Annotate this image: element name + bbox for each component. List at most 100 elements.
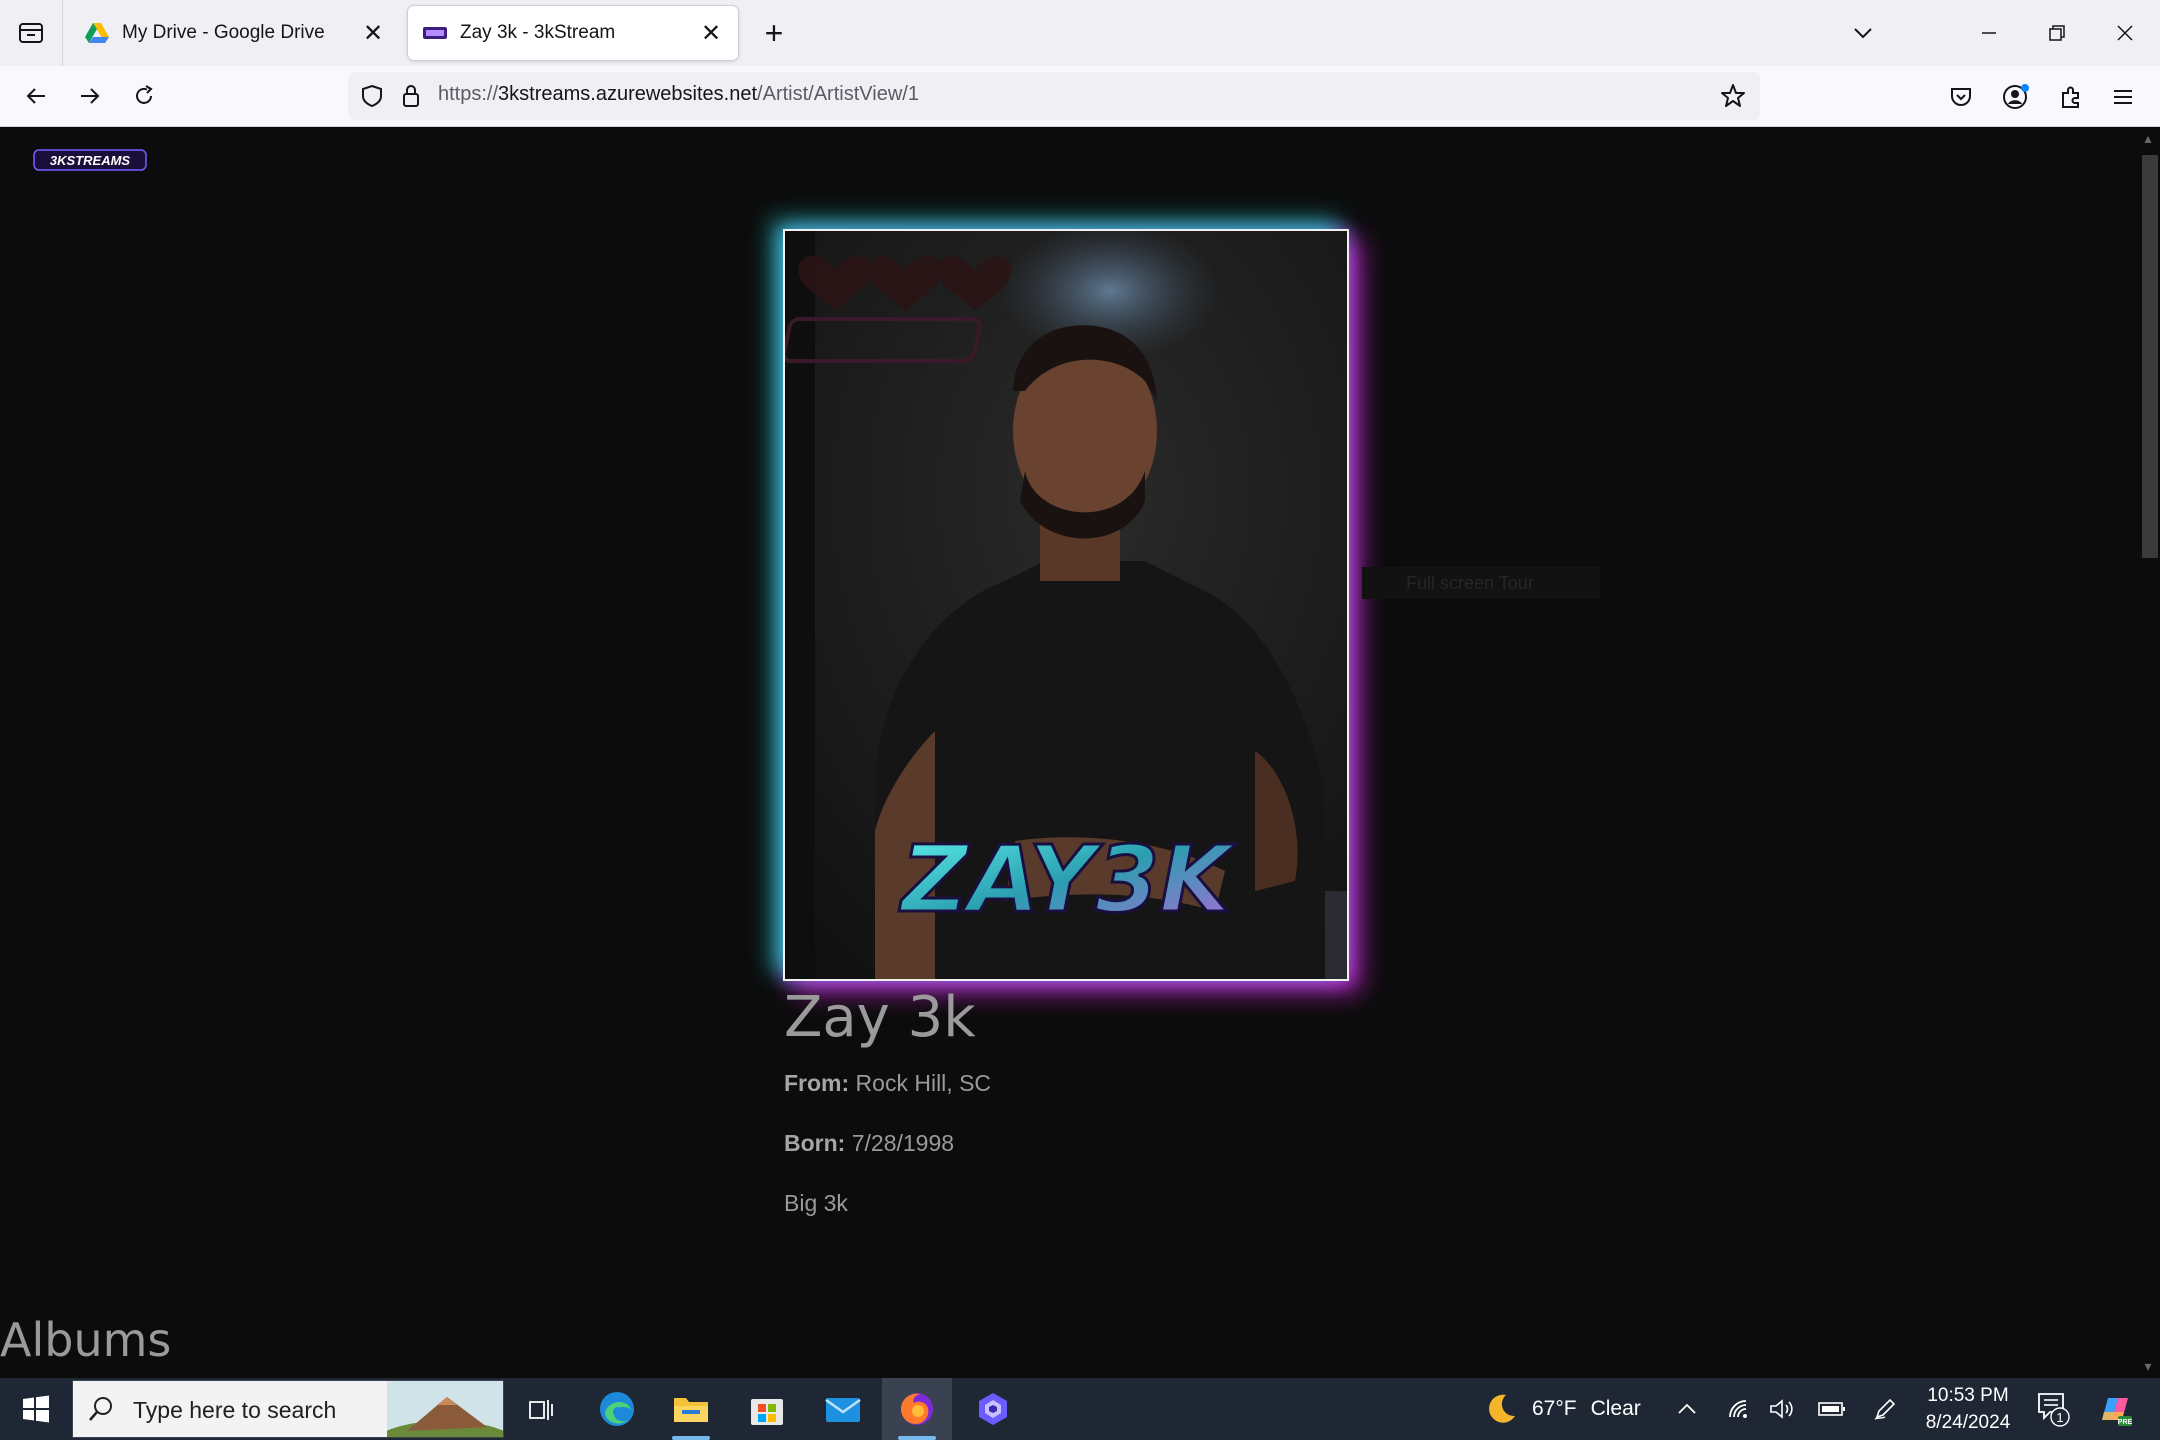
weather-temperature: 67°F [1532,1397,1577,1420]
close-icon [2117,25,2133,41]
account-button[interactable] [1997,78,2035,116]
pen-icon [1874,1398,1896,1420]
artist-name: Zay 3k [784,985,976,1050]
store-icon [751,1399,783,1425]
forward-arrow-icon [81,88,100,104]
url-text[interactable]: https://3kstreams.azurewebsites.net/Arti… [438,83,919,106]
page-scrollbar[interactable]: ▴ ▾ [2136,127,2160,1378]
tab-google-drive[interactable]: My Drive - Google Drive ✕ [70,6,400,60]
edge-taskbar-button[interactable] [582,1378,652,1440]
notification-center-button[interactable]: 1 [2036,1390,2072,1428]
firefox-taskbar-button[interactable] [882,1378,952,1440]
close-tab-icon[interactable]: ✕ [360,19,386,48]
forward-button[interactable] [70,76,110,116]
reload-icon [136,85,153,104]
3kstreams-favicon [423,27,447,39]
lock-icon[interactable] [398,82,424,110]
hexagon-app-icon [979,1393,1007,1425]
scroll-up-arrow-icon[interactable]: ▴ [2141,131,2155,145]
list-all-tabs-button[interactable] [1846,18,1880,48]
app-menu-button[interactable] [2104,78,2142,116]
reload-button[interactable] [124,76,164,116]
task-view-icon [529,1400,553,1420]
app-taskbar-button[interactable] [958,1378,1028,1440]
close-tab-icon[interactable]: ✕ [698,19,724,48]
search-placeholder: Type here to search [133,1397,337,1423]
clock[interactable]: 10:53 PM 8/24/2024 [1908,1382,2028,1438]
artist-photo-image: ZAY3K [785,231,1347,979]
scroll-down-arrow-icon[interactable]: ▾ [2141,1359,2155,1373]
close-window-button[interactable] [2100,12,2150,54]
site-logo-text: 3KSTREAMS [50,153,131,168]
taskbar-search-box[interactable]: Type here to search [72,1380,504,1438]
navigation-toolbar: https://3kstreams.azurewebsites.net/Arti… [0,66,2160,127]
minimize-button[interactable] [1964,12,2014,54]
windows-logo-icon [23,1395,49,1423]
tracking-protection-shield-icon[interactable] [358,82,386,110]
search-highlight-illustration [387,1381,503,1437]
weather-description: Clear [1590,1397,1641,1420]
firefox-icon [901,1393,933,1425]
clock-time: 10:53 PM [1927,1385,2009,1406]
firefox-view-button[interactable] [0,0,63,66]
copilot-button[interactable]: PRE [2094,1390,2134,1430]
born-label: Born: [784,1130,846,1156]
scrollbar-thumb[interactable] [2142,155,2158,558]
pocket-button[interactable] [1942,78,1980,116]
tab-title: Zay 3k - 3kStream [460,22,616,43]
restore-icon [2049,25,2065,41]
from-value: Rock Hill, SC [849,1070,992,1096]
volume-button[interactable] [1768,1394,1798,1424]
microsoft-store-taskbar-button[interactable] [732,1378,802,1440]
back-button[interactable] [16,76,56,116]
mail-icon [825,1398,861,1422]
mail-taskbar-button[interactable] [808,1378,878,1440]
puzzle-piece-icon [2062,86,2079,108]
windows-taskbar: Type here to search 67°F Clear 10:53 PM … [0,1378,2160,1440]
ghost-tooltip: Full screen Tour [1362,567,1600,599]
artist-born: Born: 7/28/1998 [784,1130,954,1157]
folder-icon [674,1398,708,1422]
clock-date: 8/24/2024 [1925,1412,2011,1433]
weather-widget[interactable]: 67°F Clear [1484,1378,1641,1440]
bookmark-star-button[interactable] [1718,81,1748,111]
pen-workspace-button[interactable] [1870,1394,1900,1424]
tab-strip: My Drive - Google Drive ✕ Zay 3k - 3kStr… [0,0,2160,66]
notification-icon: 1 [2038,1393,2070,1427]
chevron-down-icon [1854,28,1872,39]
moon-icon [1489,1394,1515,1423]
battery-button[interactable] [1817,1394,1847,1424]
tab-zay3k[interactable]: Zay 3k - 3kStream ✕ [408,6,738,60]
born-value: 7/28/1998 [845,1130,955,1156]
restore-button[interactable] [2032,12,2082,54]
running-indicator [672,1436,710,1440]
search-icon [89,1397,112,1421]
site-logo[interactable]: 3KSTREAMS [32,147,148,173]
pocket-icon [1951,88,1971,106]
speaker-icon [1770,1399,1793,1419]
battery-icon [1818,1402,1845,1416]
hamburger-menu-icon [2114,90,2132,104]
account-icon [2003,84,2029,109]
file-explorer-taskbar-button[interactable] [656,1378,726,1440]
star-icon [1721,84,1745,107]
artist-logo-text: ZAY3K [898,826,1236,933]
chevron-up-icon [1678,1403,1696,1414]
url-host: 3kstreams.azurewebsites.net [498,83,758,105]
from-label: From: [784,1070,850,1096]
artist-from: From: Rock Hill, SC [784,1070,991,1097]
extensions-button[interactable] [2052,78,2090,116]
address-bar[interactable]: https://3kstreams.azurewebsites.net/Arti… [348,72,1760,120]
edge-icon [600,1392,634,1426]
google-drive-icon [85,23,109,43]
new-tab-button[interactable]: + [755,14,793,52]
back-arrow-icon [26,88,45,104]
start-button[interactable] [0,1378,72,1440]
url-scheme: https:// [438,83,499,105]
show-hidden-icons-button[interactable] [1672,1394,1702,1424]
minimize-icon [1982,32,1996,34]
web-page: 3KSTREAMS ZAY3K Full screen Tour Zay 3k … [0,127,2136,1378]
copilot-icon: PRE [2102,1398,2133,1426]
task-view-button[interactable] [506,1378,576,1440]
network-button[interactable] [1724,1394,1754,1424]
